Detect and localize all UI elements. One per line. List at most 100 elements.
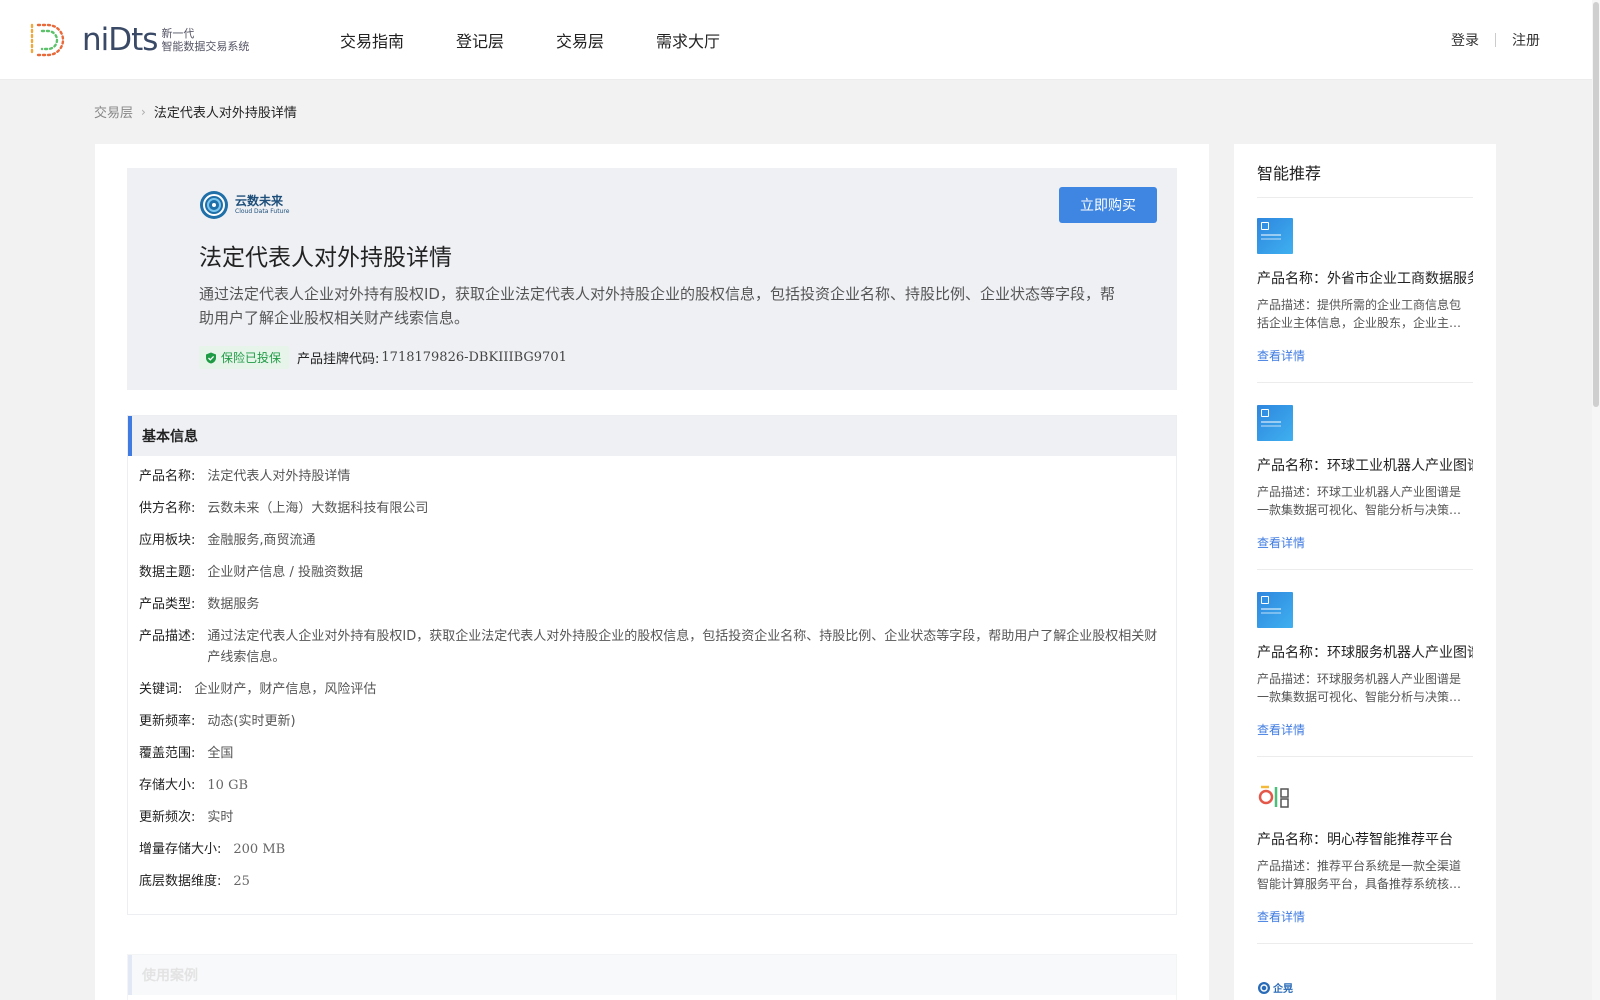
logo-tagline-1: 新一代 — [161, 27, 195, 40]
main-nav: 交易指南 登记层 交易层 需求大厅 — [340, 0, 772, 80]
info-row-supplier: 供方名称: 云数未来（上海）大数据科技有限公司 — [139, 498, 1164, 519]
qihuang-logo-text: 企晃 — [1273, 984, 1293, 995]
info-key: 增量存储大小: — [139, 842, 222, 857]
info-row-incremental-storage: 增量存储大小: 200 MB — [139, 839, 1164, 860]
info-value: 200 MB — [233, 842, 286, 857]
recommendation-desc: 产品描述：推荐平台系统是一款全渠道智能计算服务平台，具备推荐系统核心能力 — [1257, 859, 1462, 891]
auth-links: 登录 注册 — [1451, 30, 1540, 50]
insurance-badge-label: 保险已投保 — [221, 351, 282, 365]
breadcrumb-current: 法定代表人对外持股详情 — [153, 106, 297, 121]
info-key: 更新频次: — [139, 810, 196, 825]
breadcrumb-parent[interactable]: 交易层 — [94, 102, 133, 121]
recommendation-card[interactable]: 产品名称：外省市企业工商数据服务 产品描述：提供所需的企业工商信息包括企业主体信… — [1257, 198, 1473, 383]
view-details-link[interactable]: 查看详情 — [1257, 721, 1305, 738]
recommendation-card[interactable]: 产品名称：环球服务机器人产业图谱 产品描述：环球服务机器人产业图谱是一款集数据可… — [1257, 572, 1473, 757]
top-header: niDts 新一代 智能数据交易系统 交易指南 登记层 交易层 需求大厅 登录 … — [0, 0, 1600, 80]
info-value: 动态(实时更新) — [207, 714, 296, 729]
basic-info-list: 产品名称: 法定代表人对外持股详情 供方名称: 云数未来（上海）大数据科技有限公司 … — [128, 456, 1176, 892]
info-row-type: 产品类型: 数据服务 — [139, 594, 1164, 615]
product-detail-panel: 云数未来 Cloud Data Future 法定代表人对外持股详情 通过法定代… — [95, 144, 1209, 1000]
info-value: 全国 — [207, 746, 234, 761]
recommendation-name[interactable]: 产品名称：环球服务机器人产业图谱 — [1257, 642, 1473, 662]
info-row-keywords: 关键词: 企业财产，财产信息，风险评估 — [139, 679, 1164, 700]
info-value: 法定代表人对外持股详情 — [207, 469, 351, 484]
info-value: 通过法定代表人企业对外持有股权ID，获取企业法定代表人对外持股企业的股权信息，包… — [207, 629, 1158, 665]
info-row-topic: 数据主题: 企业财产信息 / 投融资数据 — [139, 562, 1164, 583]
recommendation-card[interactable]: 产品名称：环球工业机器人产业图谱 产品描述：环球工业机器人产业图谱是一款集数据可… — [1257, 385, 1473, 570]
breadcrumb: 交易层 › 法定代表人对外持股详情 — [94, 102, 297, 122]
qihuang-logo-icon — [1258, 981, 1270, 994]
page-scrollbar[interactable] — [1592, 0, 1600, 1000]
info-key: 底层数据维度: — [139, 874, 222, 889]
info-row-coverage: 覆盖范围: 全国 — [139, 743, 1164, 764]
nav-trade-guide[interactable]: 交易指南 — [340, 28, 404, 52]
info-value: 实时 — [207, 810, 234, 825]
product-thumbnail-icon — [1257, 592, 1293, 628]
info-value: 云数未来（上海）大数据科技有限公司 — [207, 501, 429, 516]
recommendation-panel: 智能推荐 产品名称：外省市企业工商数据服务 产品描述：提供所需的企业工商信息包括… — [1234, 144, 1496, 1000]
listing-code-value: 1718179826-DBKIIIBG9701 — [381, 350, 567, 365]
scrollbar-thumb[interactable] — [1593, 2, 1599, 407]
listing-code-label: 产品挂牌代码: — [297, 352, 380, 367]
logo-tagline: 新一代 智能数据交易系统 — [161, 27, 249, 53]
product-thumbnail-icon — [1257, 218, 1293, 254]
product-description: 通过法定代表人企业对外持有股权ID，获取企业法定代表人对外持股企业的股权信息，包… — [199, 285, 1115, 327]
info-key: 覆盖范围: — [139, 746, 196, 761]
info-key: 产品名称: — [139, 469, 196, 484]
provider-logo-text: 云数未来 Cloud Data Future — [235, 195, 289, 215]
provider-logo-cn: 云数未来 — [235, 194, 284, 208]
info-key: 产品描述: — [139, 629, 196, 644]
info-row-update-frequency: 更新频率: 动态(实时更新) — [139, 711, 1164, 732]
info-row-description: 产品描述: 通过法定代表人企业对外持有股权ID，获取企业法定代表人对外持股企业的股… — [139, 626, 1164, 668]
nav-registration-layer[interactable]: 登记层 — [456, 28, 504, 52]
shield-check-icon — [206, 352, 216, 363]
recommendation-name[interactable]: 产品名称：明心荐智能推荐平台 — [1257, 829, 1473, 849]
recommendation-name[interactable]: 产品名称：环球工业机器人产业图谱 — [1257, 455, 1473, 475]
basic-info-section: 基本信息 产品名称: 法定代表人对外持股详情 供方名称: 云数未来（上海）大数据科技… — [127, 415, 1177, 915]
product-meta: 保险已投保 产品挂牌代码: 1718179826-DBKIIIBG9701 — [199, 346, 567, 369]
insurance-badge: 保险已投保 — [199, 346, 290, 369]
recommendation-card[interactable]: 产品名称：明心荐智能推荐平台 产品描述：推荐平台系统是一款全渠道智能计算服务平台… — [1257, 759, 1473, 944]
info-key: 存储大小: — [139, 778, 196, 793]
recommendation-desc: 产品描述：环球服务机器人产业图谱是一款集数据可视化、智能分析与决策支持于一体的产… — [1257, 672, 1462, 704]
view-details-link[interactable]: 查看详情 — [1257, 908, 1305, 925]
recommendation-desc: 产品描述：环球工业机器人产业图谱是一款集数据可视化、智能分析与决策支持于一体的产… — [1257, 485, 1462, 517]
info-key: 产品类型: — [139, 597, 196, 612]
info-row-dimensions: 底层数据维度: 25 — [139, 871, 1164, 892]
info-row-update-times: 更新频次: 实时 — [139, 807, 1164, 828]
info-row-product-name: 产品名称: 法定代表人对外持股详情 — [139, 466, 1164, 487]
info-key: 数据主题: — [139, 565, 196, 580]
info-value: 10 GB — [207, 778, 249, 793]
site-logo[interactable]: niDts 新一代 智能数据交易系统 — [28, 20, 249, 60]
logo-wordmark: niDts — [82, 21, 158, 58]
provider-logo-en: Cloud Data Future — [235, 208, 290, 215]
use-case-section: 使用案例 — [127, 954, 1177, 1000]
info-value: 企业财产信息 / 投融资数据 — [207, 565, 364, 580]
info-key: 更新频率: — [139, 714, 196, 729]
basic-info-heading: 基本信息 — [128, 416, 1176, 456]
info-row-sector: 应用板块: 金融服务,商贸流通 — [139, 530, 1164, 551]
buy-now-button[interactable]: 立即购买 — [1059, 187, 1157, 223]
product-thumbnail-icon — [1257, 405, 1293, 441]
nav-demand-hall[interactable]: 需求大厅 — [656, 28, 720, 52]
info-key: 供方名称: — [139, 501, 196, 516]
chevron-right-icon: › — [141, 104, 146, 119]
register-link[interactable]: 注册 — [1512, 30, 1540, 50]
login-link[interactable]: 登录 — [1451, 30, 1479, 50]
info-row-storage-size: 存储大小: 10 GB — [139, 775, 1164, 796]
recommendation-card-partial[interactable]: 企晃 — [1257, 980, 1293, 995]
recommendation-name[interactable]: 产品名称：外省市企业工商数据服务 — [1257, 268, 1473, 288]
view-details-link[interactable]: 查看详情 — [1257, 534, 1305, 551]
product-hero: 云数未来 Cloud Data Future 法定代表人对外持股详情 通过法定代… — [127, 168, 1177, 390]
mingxinjian-logo-icon — [1258, 785, 1289, 808]
info-value: 25 — [233, 874, 250, 889]
logo-mark-icon — [30, 23, 65, 57]
provider-logo-icon — [200, 191, 228, 219]
view-details-link[interactable]: 查看详情 — [1257, 347, 1305, 364]
nav-trading-layer[interactable]: 交易层 — [556, 28, 604, 52]
logo-tagline-2: 智能数据交易系统 — [161, 40, 250, 53]
use-case-heading: 使用案例 — [128, 955, 1176, 995]
auth-divider — [1495, 33, 1496, 47]
recommendation-desc: 产品描述：提供所需的企业工商信息包括企业主体信息，企业股东，企业主要人员等信息 — [1257, 298, 1462, 330]
info-key: 关键词: — [139, 682, 183, 697]
